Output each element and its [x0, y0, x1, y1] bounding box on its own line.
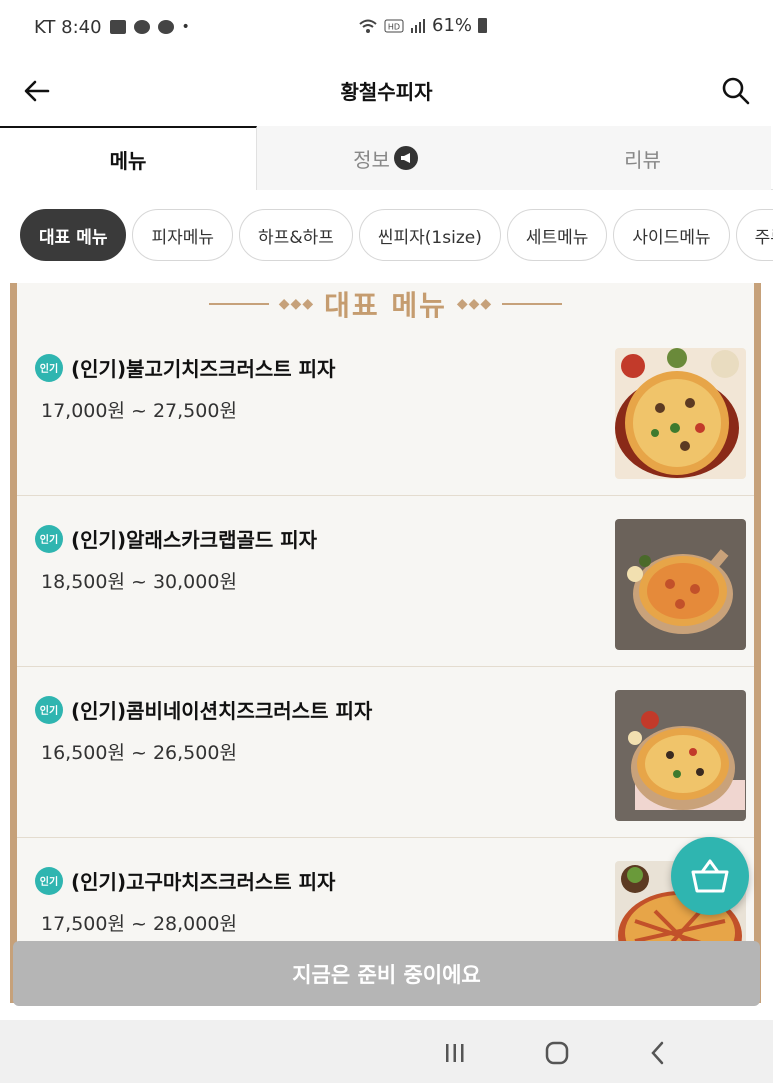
chip-half-and-half[interactable]: 하프&하프 [239, 209, 353, 261]
menu-item-price: 17,500원 ~ 28,000원 [41, 913, 237, 935]
tab-review-label: 리뷰 [624, 147, 661, 172]
chip-liquor[interactable]: 주류 [735, 209, 773, 261]
cart-button[interactable] [671, 837, 749, 915]
menu-item-price: 18,500원 ~ 30,000원 [41, 571, 237, 593]
cloud-icon [157, 20, 174, 34]
menu-item-name: (인기)고구마치즈크러스트 피자 [71, 870, 336, 894]
decorative-line [208, 303, 269, 305]
menu-item-price: 17,000원 ~ 27,500원 [41, 400, 237, 422]
wifi-icon [359, 19, 377, 33]
app-screen: KT 8:40 • HD 61% 황철수피자 메뉴 정보 리뷰 대표 메뉴 피자… [0, 0, 773, 1083]
tab-menu[interactable]: 메뉴 [0, 126, 257, 190]
preparing-status-bar: 지금은 준비 중이에요 [13, 941, 760, 1006]
basket-icon [691, 859, 729, 893]
pizza-image [615, 348, 746, 479]
battery-icon [478, 18, 488, 33]
signal-icon [411, 18, 425, 33]
preparing-label: 지금은 준비 중이에요 [292, 962, 481, 987]
megaphone-icon [393, 146, 418, 170]
carrier-time: KT 8:40 [34, 16, 102, 38]
menu-item-name: (인기)콤비네이션치즈크러스트 피자 [71, 699, 373, 723]
popular-badge: 인기 [35, 866, 63, 895]
popular-badge: 인기 [35, 524, 63, 553]
menu-panel: ◆◆◆ 대표 메뉴 ◆◆◆ 인기 (인기)불고기치즈크러스트 피자 17,000… [10, 283, 761, 1003]
system-nav-bar [0, 1020, 773, 1083]
status-bar: KT 8:40 • HD 61% [0, 0, 773, 54]
decorative-diamonds: ◆◆◆ [278, 296, 315, 312]
pizza-image [615, 690, 746, 821]
home-icon [545, 1041, 569, 1065]
svg-text:HD: HD [388, 22, 400, 31]
tab-info[interactable]: 정보 [257, 126, 514, 190]
chip-side-menu[interactable]: 사이드메뉴 [613, 209, 730, 261]
tab-review[interactable]: 리뷰 [514, 126, 771, 190]
menu-item-name: (인기)알래스카크랩골드 피자 [71, 528, 318, 552]
menu-item[interactable]: 인기 (인기)콤비네이션치즈크러스트 피자 16,500원 ~ 26,500원 [17, 667, 754, 838]
chip-signature-menu[interactable]: 대표 메뉴 [20, 209, 127, 261]
hd-icon: HD [384, 19, 404, 32]
recent-apps-button[interactable] [440, 1038, 470, 1068]
section-title: 대표 메뉴 [324, 289, 447, 322]
page-title: 황철수피자 [340, 80, 433, 104]
category-chips: 대표 메뉴 피자메뉴 하프&하프 씬피자(1size) 세트메뉴 사이드메뉴 주… [20, 209, 773, 263]
popular-badge: 인기 [35, 695, 63, 724]
chip-set-menu[interactable]: 세트메뉴 [506, 209, 608, 261]
chip-pizza-menu[interactable]: 피자메뉴 [132, 209, 234, 261]
menu-item-name: (인기)불고기치즈크러스트 피자 [71, 357, 336, 381]
home-button[interactable] [542, 1038, 572, 1068]
tab-menu-label: 메뉴 [109, 148, 147, 173]
menu-item[interactable]: 인기 (인기)불고기치즈크러스트 피자 17,000원 ~ 27,500원 [17, 325, 754, 496]
section-header: ◆◆◆ 대표 메뉴 ◆◆◆ [17, 283, 754, 325]
pizza-image [615, 519, 746, 650]
chevron-left-icon [651, 1041, 664, 1065]
notification-dot-icon: • [181, 19, 190, 35]
tab-bar: 메뉴 정보 리뷰 [0, 126, 773, 190]
talk-icon [133, 20, 150, 34]
tab-info-label: 정보 [353, 147, 390, 172]
nav-back-button[interactable] [643, 1038, 673, 1068]
gallery-icon [109, 20, 126, 34]
menu-item-price: 16,500원 ~ 26,500원 [41, 742, 237, 764]
popular-badge: 인기 [35, 353, 63, 382]
chip-thin-pizza[interactable]: 씬피자(1size) [358, 209, 501, 261]
decorative-diamonds: ◆◆◆ [456, 296, 493, 312]
recent-apps-icon [446, 1044, 464, 1062]
search-button[interactable] [719, 74, 753, 108]
battery-percent: 61% [432, 15, 473, 36]
menu-item[interactable]: 인기 (인기)알래스카크랩골드 피자 18,500원 ~ 30,000원 [17, 496, 754, 667]
app-bar: 황철수피자 [0, 54, 773, 126]
decorative-line [502, 303, 563, 305]
search-icon [722, 77, 750, 105]
